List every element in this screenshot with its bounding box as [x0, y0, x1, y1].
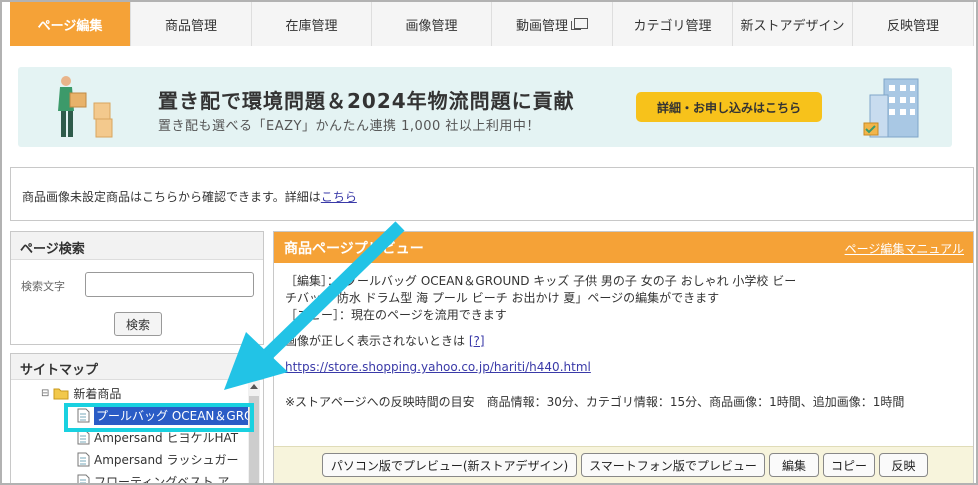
page-preview-panel: 商品ページプレビュー ページ編集マニュアル ［編集］：「プールバッグ OCEAN… — [273, 231, 974, 483]
image-notice: 商品画像未設定商品はこちらから確認できます。詳細はこちら — [10, 167, 974, 221]
reflect-button[interactable]: 反映 — [879, 453, 928, 477]
sitemap-scrollbar[interactable] — [248, 380, 260, 483]
copy-description: ［コピー］：現在のページを流用できます — [285, 308, 507, 322]
tree-page-rashguard[interactable]: Ampersand ラッシュガー — [77, 449, 238, 469]
promo-banner[interactable]: 置き配で環境問題＆2024年物流問題に貢献 置き配も選べる「EAZY」かんたん連… — [18, 67, 952, 147]
banner-subtitle: 置き配も選べる「EAZY」かんたん連携 1,000 社以上利用中！ — [158, 119, 540, 134]
tab-video-management[interactable]: 動画管理 — [492, 2, 613, 46]
search-input[interactable] — [85, 272, 254, 297]
tab-new-store-design[interactable]: 新ストアデザイン — [733, 2, 853, 46]
page-search-title: ページ検索 — [11, 232, 263, 260]
collapse-icon[interactable]: ⊟ — [41, 388, 49, 399]
building-icon — [863, 78, 919, 138]
preview-action-bar: パソコン版でプレビュー(新ストアデザイン) スマートフォン版でプレビュー 編集 … — [274, 446, 973, 483]
preview-title: 商品ページプレビュー — [284, 241, 424, 257]
folder-icon — [53, 388, 69, 399]
notice-link[interactable]: こちら — [321, 190, 357, 204]
page-search-panel: ページ検索 検索文字 検索 — [10, 231, 264, 345]
reflect-timing-note: ※ストアページへの反映時間の目安 商品情報：30分、カテゴリ情報：15分、商品画… — [285, 395, 905, 409]
scroll-up-icon[interactable] — [250, 384, 258, 389]
store-page-url[interactable]: https://store.shopping.yahoo.co.jp/harit… — [285, 360, 591, 374]
edit-description-line2: チバッグ 防水 ドラム型 海 プール ビーチ お出かけ 夏」ページの編集ができま… — [285, 291, 720, 305]
banner-cta-button[interactable]: 詳細・お申し込みはこちら — [636, 92, 822, 122]
tab-product-management[interactable]: 商品管理 — [131, 2, 252, 46]
sitemap-title: サイトマップ — [11, 354, 263, 380]
pc-preview-button[interactable]: パソコン版でプレビュー(新ストアデザイン) — [322, 453, 577, 477]
image-help-link[interactable]: [?] — [469, 334, 485, 348]
app-window: ページ編集 商品管理 在庫管理 画像管理 動画管理 カテゴリ管理 新ストアデザイ… — [0, 0, 978, 485]
video-window-icon — [571, 17, 588, 30]
tab-reflect-management[interactable]: 反映管理 — [853, 2, 974, 46]
edit-button[interactable]: 編集 — [769, 453, 819, 477]
edit-description-line1: ［編集］：「プールバッグ OCEAN＆GROUND キッズ 子供 男の子 女の子… — [285, 274, 797, 288]
smartphone-preview-button[interactable]: スマートフォン版でプレビュー — [581, 453, 765, 477]
edit-manual-link[interactable]: ページ編集マニュアル — [845, 240, 964, 257]
main-tabs: ページ編集 商品管理 在庫管理 画像管理 動画管理 カテゴリ管理 新ストアデザイ… — [10, 2, 974, 46]
image-display-notice: 画像が正しく表示されないときは [?] — [285, 334, 485, 348]
page-icon — [77, 452, 90, 466]
preview-body: ［編集］：「プールバッグ OCEAN＆GROUND キッズ 子供 男の子 女の子… — [274, 263, 973, 411]
delivery-person-icon — [58, 76, 113, 138]
tree-folder-new-items[interactable]: ⊟ 新着商品 — [41, 383, 121, 403]
tab-page-edit[interactable]: ページ編集 — [10, 2, 131, 46]
tab-category-management[interactable]: カテゴリ管理 — [613, 2, 733, 46]
copy-button[interactable]: コピー — [823, 453, 875, 477]
tab-image-management[interactable]: 画像管理 — [372, 2, 492, 46]
banner-title: 置き配で環境問題＆2024年物流問題に貢献 — [158, 89, 575, 113]
selection-highlight-box — [64, 403, 254, 432]
search-button[interactable]: 検索 — [114, 312, 162, 336]
sitemap-tree: ⊟ 新着商品 プールバッグ OCEAN＆GROUND キッズ Ampersand… — [11, 381, 249, 483]
page-icon — [77, 474, 90, 483]
preview-header: 商品ページプレビュー ページ編集マニュアル — [274, 232, 973, 263]
tab-inventory[interactable]: 在庫管理 — [252, 2, 372, 46]
tree-page-floating-vest[interactable]: フローティングベスト ア — [77, 471, 229, 483]
search-label: 検索文字 — [21, 280, 65, 293]
